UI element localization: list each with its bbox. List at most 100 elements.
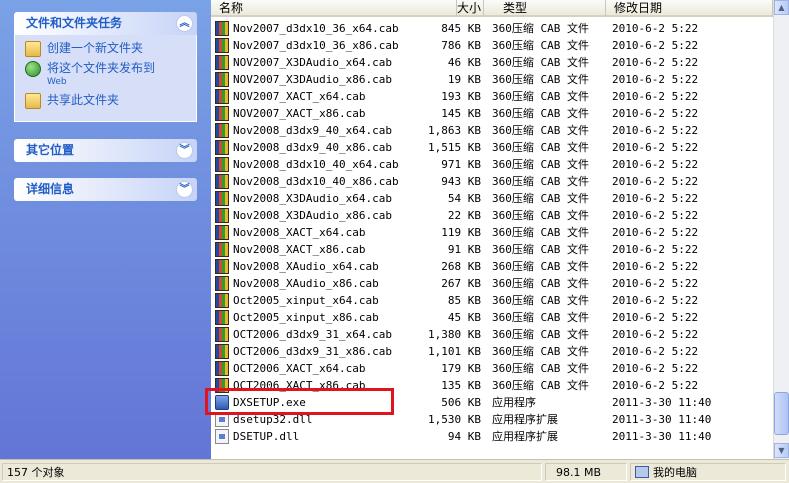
scroll-up-arrow-icon[interactable]: ▲ xyxy=(774,0,789,15)
file-name-cell[interactable]: Nov2008_XAudio_x64.cab xyxy=(215,258,415,275)
file-name[interactable]: Nov2008_d3dx9_40_x86.cab xyxy=(233,139,392,156)
file-name[interactable]: Nov2008_X3DAudio_x86.cab xyxy=(233,207,392,224)
file-name[interactable]: NOV2007_X3DAudio_x64.cab xyxy=(233,54,392,71)
file-type: 应用程序扩展 xyxy=(492,430,558,443)
file-name[interactable]: OCT2006_XACT_x64.cab xyxy=(233,360,365,377)
file-date: 2011-3-30 11:40 xyxy=(612,396,712,409)
file-date: 2010-6-2 5:22 xyxy=(612,345,699,358)
scrollbar-thumb[interactable] xyxy=(774,392,789,435)
file-name-cell[interactable]: Nov2008_X3DAudio_x86.cab xyxy=(215,207,415,224)
file-name-cell[interactable]: OCT2006_d3dx9_31_x64.cab xyxy=(215,326,415,343)
file-name[interactable]: OCT2006_d3dx9_31_x64.cab xyxy=(233,326,392,343)
file-name[interactable]: OCT2006_d3dx9_31_x86.cab xyxy=(233,343,392,360)
status-location: 我的电脑 xyxy=(630,463,786,481)
task-label[interactable]: 共享此文件夹 xyxy=(47,93,119,107)
file-name-cell[interactable]: NOV2007_XACT_x64.cab xyxy=(215,88,415,105)
details-header[interactable]: 详细信息 ︾ xyxy=(14,178,197,201)
file-name[interactable]: Oct2005_xinput_x64.cab xyxy=(233,292,379,309)
file-row[interactable]: Nov2008_d3dx10_40_x86.cab 943 KB 360压缩 CAB… xyxy=(211,173,773,190)
file-name[interactable]: Nov2008_d3dx9_40_x64.cab xyxy=(233,122,392,139)
column-header-type[interactable]: 类型 xyxy=(495,0,606,17)
expand-chevron-icon[interactable]: ︾ xyxy=(176,181,193,198)
task-new-folder[interactable]: 创建一个新文件夹 xyxy=(25,41,188,57)
file-folder-tasks-header[interactable]: 文件和文件夹任务 ︽ xyxy=(14,12,197,35)
file-row[interactable]: Nov2008_d3dx9_40_x64.cab 1,863 KB 360压缩 CA… xyxy=(211,122,773,139)
file-name-cell[interactable]: OCT2006_d3dx9_31_x86.cab xyxy=(215,343,415,360)
task-share-folder[interactable]: 共享此文件夹 xyxy=(25,93,188,109)
file-name-cell[interactable]: Nov2008_d3dx10_40_x86.cab xyxy=(215,173,415,190)
file-name-cell[interactable]: NOV2007_XACT_x86.cab xyxy=(215,105,415,122)
column-header-name[interactable]: 名称 xyxy=(211,0,457,17)
file-row[interactable]: OCT2006_XACT_x64.cab 179 KB 360压缩 CAB 文件 20… xyxy=(211,360,773,377)
file-date: 2010-6-2 5:22 xyxy=(612,22,699,35)
file-name-cell[interactable]: Nov2008_XACT_x64.cab xyxy=(215,224,415,241)
column-header-size[interactable]: 大小 xyxy=(457,0,484,17)
file-row[interactable]: Nov2008_d3dx10_40_x64.cab 971 KB 360压缩 CAB… xyxy=(211,156,773,173)
expand-chevron-icon[interactable]: ︾ xyxy=(176,142,193,159)
file-row[interactable]: Nov2008_XAudio_x86.cab 267 KB 360压缩 CAB 文件… xyxy=(211,275,773,292)
task-label[interactable]: 创建一个新文件夹 xyxy=(47,41,143,55)
cab-file-icon xyxy=(215,38,229,53)
file-name[interactable]: Nov2007_d3dx10_36_x64.cab xyxy=(233,20,399,37)
file-name-cell[interactable]: Nov2008_d3dx9_40_x64.cab xyxy=(215,122,415,139)
file-row[interactable]: Oct2005_xinput_x64.cab 85 KB 360压缩 CAB 文件 2… xyxy=(211,292,773,309)
file-row[interactable]: Nov2007_d3dx10_36_x64.cab 845 KB 360压缩 CAB… xyxy=(211,20,773,37)
file-row[interactable]: OCT2006_d3dx9_31_x64.cab 1,380 KB 360压缩 CA… xyxy=(211,326,773,343)
file-row[interactable]: OCT2006_d3dx9_31_x86.cab 1,101 KB 360压缩 CA… xyxy=(211,343,773,360)
task-sub-label[interactable]: Web xyxy=(47,75,155,89)
task-publish-web[interactable]: 将这个文件夹发布到 Web xyxy=(25,61,188,89)
file-row[interactable]: DSETUP.dll 94 KB 应用程序扩展 2011-3-30 11:40 xyxy=(211,428,773,445)
file-name[interactable]: Nov2008_XACT_x86.cab xyxy=(233,241,365,258)
file-name[interactable]: Nov2008_XAudio_x64.cab xyxy=(233,258,379,275)
file-name[interactable]: NOV2007_XACT_x86.cab xyxy=(233,105,365,122)
file-row[interactable]: NOV2007_XACT_x86.cab 145 KB 360压缩 CAB 文件 20… xyxy=(211,105,773,122)
file-name-cell[interactable]: Nov2008_d3dx9_40_x86.cab xyxy=(215,139,415,156)
file-folder-tasks-panel: 文件和文件夹任务 ︽ 创建一个新文件夹 将这个文件夹发布到 Web 共享此文件夹 xyxy=(14,12,197,122)
panel-title: 文件和文件夹任务 xyxy=(26,16,123,30)
file-size: 135 KB xyxy=(441,379,481,392)
file-row[interactable]: NOV2007_X3DAudio_x86.cab 19 KB 360压缩 CAB 文… xyxy=(211,71,773,88)
file-row[interactable]: Nov2008_X3DAudio_x64.cab 54 KB 360压缩 CAB 文… xyxy=(211,190,773,207)
panel-title: 详细信息 xyxy=(26,182,75,196)
file-name[interactable]: NOV2007_X3DAudio_x86.cab xyxy=(233,71,392,88)
file-name-cell[interactable]: Nov2007_d3dx10_36_x64.cab xyxy=(215,20,415,37)
other-places-header[interactable]: 其它位置 ︾ xyxy=(14,139,197,162)
file-name[interactable]: Oct2005_xinput_x86.cab xyxy=(233,309,379,326)
file-row[interactable]: Nov2008_XAudio_x64.cab 268 KB 360压缩 CAB 文件… xyxy=(211,258,773,275)
file-row[interactable]: Nov2008_X3DAudio_x86.cab 22 KB 360压缩 CAB 文… xyxy=(211,207,773,224)
file-name-cell[interactable]: OCT2006_XACT_x64.cab xyxy=(215,360,415,377)
file-row[interactable]: Nov2008_d3dx9_40_x86.cab 1,515 KB 360压缩 CA… xyxy=(211,139,773,156)
file-name-cell[interactable]: Oct2005_xinput_x64.cab xyxy=(215,292,415,309)
file-row[interactable]: Nov2008_XACT_x86.cab 91 KB 360压缩 CAB 文件 201… xyxy=(211,241,773,258)
dll-file-icon xyxy=(215,429,229,444)
file-name[interactable]: NOV2007_XACT_x64.cab xyxy=(233,88,365,105)
file-name[interactable]: Nov2008_XACT_x64.cab xyxy=(233,224,365,241)
file-name-cell[interactable]: NOV2007_X3DAudio_x86.cab xyxy=(215,71,415,88)
file-name[interactable]: Nov2008_X3DAudio_x64.cab xyxy=(233,190,392,207)
file-row[interactable]: NOV2007_X3DAudio_x64.cab 46 KB 360压缩 CAB 文… xyxy=(211,54,773,71)
file-date: 2010-6-2 5:22 xyxy=(612,243,699,256)
file-date: 2010-6-2 5:22 xyxy=(612,90,699,103)
file-row[interactable]: Nov2008_XACT_x64.cab 119 KB 360压缩 CAB 文件 20… xyxy=(211,224,773,241)
file-name-cell[interactable]: Nov2008_X3DAudio_x64.cab xyxy=(215,190,415,207)
file-row[interactable]: NOV2007_XACT_x64.cab 193 KB 360压缩 CAB 文件 20… xyxy=(211,88,773,105)
file-row[interactable]: Oct2005_xinput_x86.cab 45 KB 360压缩 CAB 文件 2… xyxy=(211,309,773,326)
column-header-date[interactable]: 修改日期 xyxy=(606,0,773,17)
vertical-scrollbar[interactable]: ▲ ▼ xyxy=(773,0,789,459)
file-name[interactable]: Nov2008_XAudio_x86.cab xyxy=(233,275,379,292)
file-name-cell[interactable]: Nov2008_d3dx10_40_x64.cab xyxy=(215,156,415,173)
file-name-cell[interactable]: Nov2007_d3dx10_36_x86.cab xyxy=(215,37,415,54)
file-name[interactable]: Nov2008_d3dx10_40_x86.cab xyxy=(233,173,399,190)
task-label[interactable]: 将这个文件夹发布到 xyxy=(47,61,155,75)
file-name-cell[interactable]: Nov2008_XAudio_x86.cab xyxy=(215,275,415,292)
file-name[interactable]: Nov2008_d3dx10_40_x64.cab xyxy=(233,156,399,173)
collapse-chevron-icon[interactable]: ︽ xyxy=(176,15,193,32)
file-name-cell[interactable]: NOV2007_X3DAudio_x64.cab xyxy=(215,54,415,71)
file-name-cell[interactable]: DSETUP.dll xyxy=(215,428,415,445)
scroll-down-arrow-icon[interactable]: ▼ xyxy=(774,443,789,458)
file-name-cell[interactable]: Nov2008_XACT_x86.cab xyxy=(215,241,415,258)
file-row[interactable]: Nov2007_d3dx10_36_x86.cab 786 KB 360压缩 CAB… xyxy=(211,37,773,54)
file-name[interactable]: DSETUP.dll xyxy=(233,428,299,445)
file-name[interactable]: Nov2007_d3dx10_36_x86.cab xyxy=(233,37,399,54)
file-name-cell[interactable]: Oct2005_xinput_x86.cab xyxy=(215,309,415,326)
